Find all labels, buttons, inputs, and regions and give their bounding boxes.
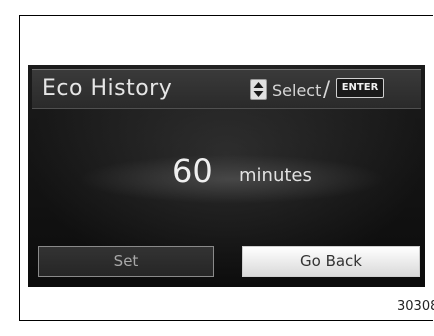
page-title: Eco History	[42, 76, 173, 101]
minutes-unit-label: minutes	[239, 165, 312, 186]
up-down-arrow-icon	[250, 79, 267, 100]
screen-header: Eco History Select / ENTER	[32, 69, 421, 109]
value-highlight	[82, 155, 382, 203]
figure-id-label: 303088	[397, 299, 434, 314]
set-button[interactable]: Set	[38, 246, 214, 277]
minutes-value[interactable]: 60	[172, 152, 213, 190]
display-screen: Eco History Select / ENTER 60 minutes Se…	[28, 65, 425, 287]
select-hint-label: Select	[272, 81, 322, 100]
hint-separator: /	[323, 77, 331, 101]
go-back-button[interactable]: Go Back	[242, 246, 420, 277]
enter-key-icon: ENTER	[336, 78, 384, 98]
